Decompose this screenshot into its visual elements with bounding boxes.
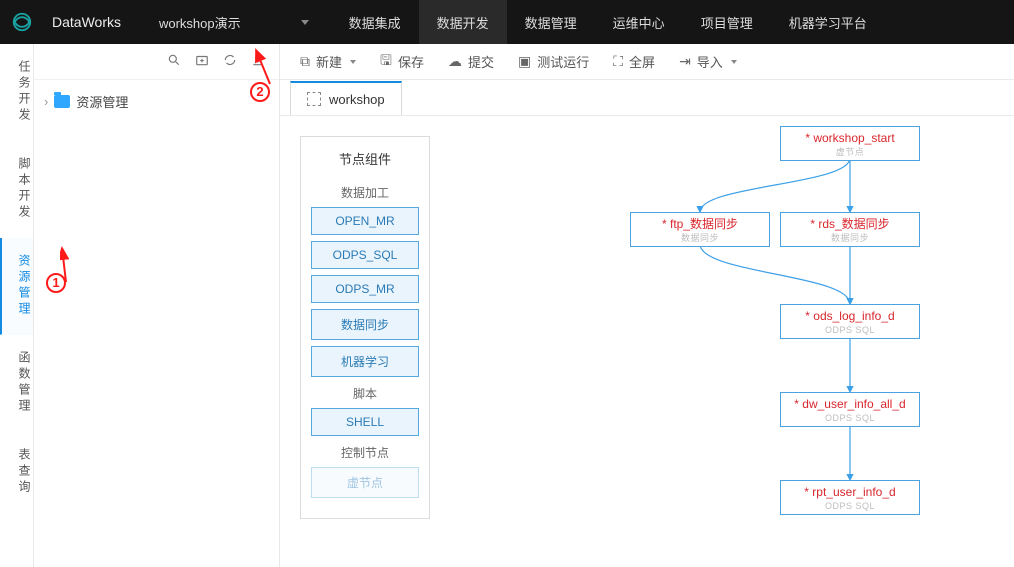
refresh-icon[interactable] bbox=[223, 53, 237, 70]
resource-tree-panel: › 资源管理 bbox=[34, 44, 280, 567]
palette-item[interactable]: OPEN_MR bbox=[311, 207, 419, 235]
new-button[interactable]: ⧉新建 bbox=[290, 48, 366, 75]
nav-tab[interactable]: 运维中心 bbox=[595, 0, 683, 44]
project-selector[interactable]: workshop演示 bbox=[145, 13, 323, 32]
nav-tabs: 数据集成数据开发数据管理运维中心项目管理机器学习平台 bbox=[331, 0, 885, 44]
fullscreen-button[interactable]: ⛶全屏 bbox=[603, 48, 665, 75]
cloud-upload-icon: ☁ bbox=[448, 53, 462, 70]
project-name: workshop演示 bbox=[159, 13, 241, 32]
top-nav: DataWorks workshop演示 数据集成数据开发数据管理运维中心项目管… bbox=[0, 0, 1014, 44]
tree-toolbar bbox=[34, 44, 279, 80]
new-folder-icon[interactable] bbox=[195, 53, 209, 70]
palette-item[interactable]: SHELL bbox=[311, 408, 419, 436]
workflow-icon bbox=[307, 92, 321, 106]
flow-canvas[interactable]: * workshop_start虚节点 * ftp_数据同步数据同步 * rds_数… bbox=[430, 116, 1014, 567]
folder-icon bbox=[54, 95, 70, 108]
nav-tab[interactable]: 项目管理 bbox=[683, 0, 771, 44]
chevron-right-icon: › bbox=[44, 94, 48, 109]
canvas: 节点组件 数据加工 OPEN_MRODPS_SQLODPS_MR数据同步机器学习… bbox=[280, 116, 1014, 567]
work-area: ⧉新建 🖫保存 ☁提交 ▣测试运行 ⛶全屏 ⇥导入 workshop 节点组件 … bbox=[280, 44, 1014, 567]
caret-down-icon bbox=[350, 60, 356, 64]
test-run-button[interactable]: ▣测试运行 bbox=[508, 48, 599, 75]
caret-down-icon bbox=[301, 20, 309, 25]
palette-item[interactable]: 数据同步 bbox=[311, 309, 419, 340]
rail-item[interactable]: 脚本开发 bbox=[0, 141, 33, 238]
tab-workshop[interactable]: workshop bbox=[290, 81, 402, 115]
upload-icon[interactable] bbox=[251, 53, 265, 70]
file-tab-strip: workshop bbox=[280, 80, 1014, 116]
import-button[interactable]: ⇥导入 bbox=[669, 48, 747, 75]
action-bar: ⧉新建 🖫保存 ☁提交 ▣测试运行 ⛶全屏 ⇥导入 bbox=[280, 44, 1014, 80]
flow-node[interactable]: * dw_user_info_all_dODPS SQL bbox=[780, 392, 920, 427]
rail-item[interactable]: 资源管理 bbox=[0, 238, 33, 335]
submit-button[interactable]: ☁提交 bbox=[438, 48, 504, 75]
caret-down-icon bbox=[731, 60, 737, 64]
nav-tab[interactable]: 数据集成 bbox=[331, 0, 419, 44]
rail-item[interactable]: 函数管理 bbox=[0, 335, 33, 432]
flow-node[interactable]: * rpt_user_info_dODPS SQL bbox=[780, 480, 920, 515]
left-rail: 任务开发脚本开发资源管理函数管理表查询 bbox=[0, 44, 34, 567]
palette-item[interactable]: 机器学习 bbox=[311, 346, 419, 377]
palette-title: 节点组件 bbox=[311, 145, 419, 176]
flow-node[interactable]: * workshop_start虚节点 bbox=[780, 126, 920, 161]
save-icon: 🖫 bbox=[380, 50, 392, 74]
import-icon: ⇥ bbox=[679, 53, 691, 70]
flow-node[interactable]: * ftp_数据同步数据同步 bbox=[630, 212, 770, 247]
palette-item[interactable]: ODPS_SQL bbox=[311, 241, 419, 269]
brand-name: DataWorks bbox=[44, 14, 145, 30]
rail-item[interactable]: 表查询 bbox=[0, 432, 33, 513]
flow-node[interactable]: * rds_数据同步数据同步 bbox=[780, 212, 920, 247]
logo-icon bbox=[0, 0, 44, 44]
play-icon: ▣ bbox=[518, 53, 531, 70]
flow-node[interactable]: * ods_log_info_dODPS SQL bbox=[780, 304, 920, 339]
palette-item[interactable]: 虚节点 bbox=[311, 467, 419, 498]
fullscreen-icon: ⛶ bbox=[613, 53, 623, 70]
nav-tab[interactable]: 数据管理 bbox=[507, 0, 595, 44]
palette-item[interactable]: ODPS_MR bbox=[311, 275, 419, 303]
tab-label: workshop bbox=[329, 92, 385, 107]
tree-root-row[interactable]: › 资源管理 bbox=[44, 88, 269, 115]
nav-tab[interactable]: 数据开发 bbox=[419, 0, 507, 44]
node-palette: 节点组件 数据加工 OPEN_MRODPS_SQLODPS_MR数据同步机器学习… bbox=[300, 136, 430, 519]
save-button[interactable]: 🖫保存 bbox=[370, 46, 434, 78]
rail-item[interactable]: 任务开发 bbox=[0, 44, 33, 141]
search-icon[interactable] bbox=[167, 53, 181, 70]
tree-root-label: 资源管理 bbox=[76, 92, 128, 111]
new-icon: ⧉ bbox=[300, 53, 310, 70]
nav-tab[interactable]: 机器学习平台 bbox=[771, 0, 885, 44]
